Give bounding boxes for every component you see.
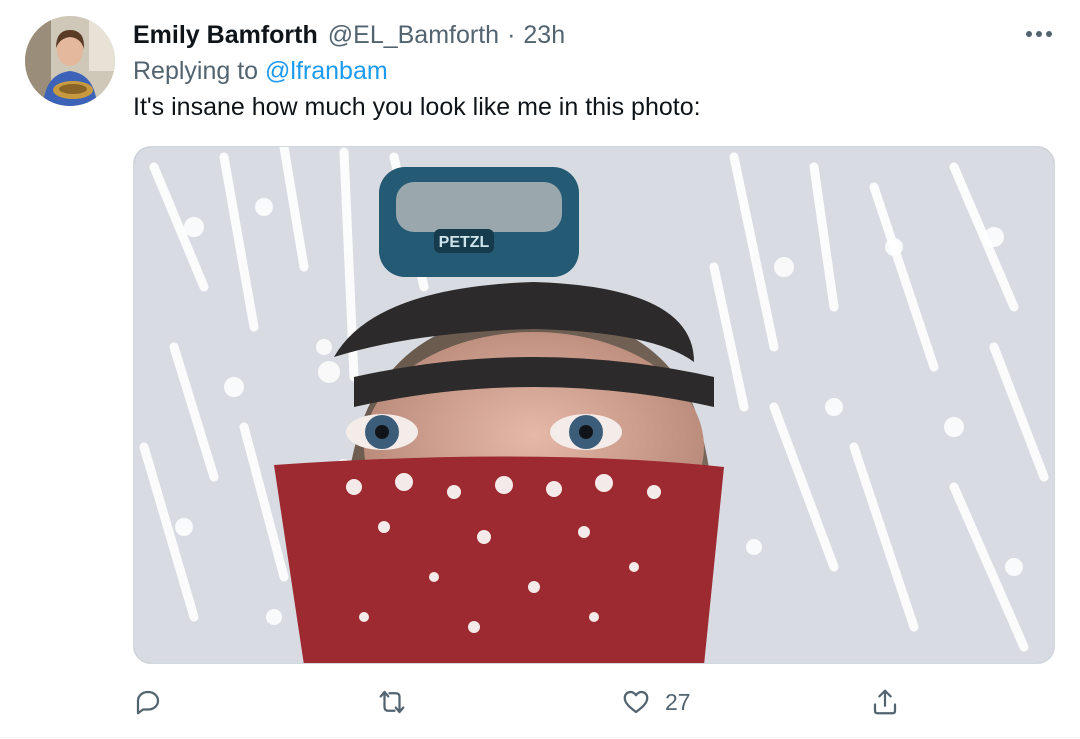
more-icon (1026, 31, 1052, 37)
like-button[interactable]: 27 (621, 680, 691, 724)
tweet-actions: 27 (133, 680, 1055, 724)
author-name[interactable]: Emily Bamforth (133, 21, 318, 50)
tweet-photo[interactable]: PETZL (133, 146, 1055, 664)
retweet-button[interactable] (377, 680, 407, 724)
share-button[interactable] (870, 680, 900, 724)
like-count: 27 (665, 688, 691, 715)
reply-button[interactable] (133, 680, 163, 724)
divider (0, 737, 1080, 738)
photo-frosty-face: PETZL (134, 147, 1054, 663)
avatar-photo (25, 16, 115, 106)
author-handle[interactable]: @EL_Bamforth (328, 21, 499, 50)
tweet-text: It's insane how much you look like me in… (133, 93, 701, 121)
replying-to-prefix: Replying to (133, 57, 259, 85)
tweet-header: Emily Bamforth @EL_Bamforth · 23h (133, 17, 565, 53)
separator-dot: · (507, 20, 516, 49)
reply-icon (136, 690, 160, 715)
headlamp-logo: PETZL (439, 234, 490, 251)
mention-link[interactable]: @lfranbam (265, 57, 388, 85)
replying-to: Replying to @lfranbam (133, 57, 388, 86)
avatar[interactable] (25, 16, 115, 106)
share-icon (873, 689, 897, 715)
timestamp[interactable]: 23h (523, 21, 565, 50)
retweet-icon (379, 690, 405, 714)
more-options-button[interactable] (1024, 22, 1054, 46)
heart-icon (623, 690, 649, 714)
